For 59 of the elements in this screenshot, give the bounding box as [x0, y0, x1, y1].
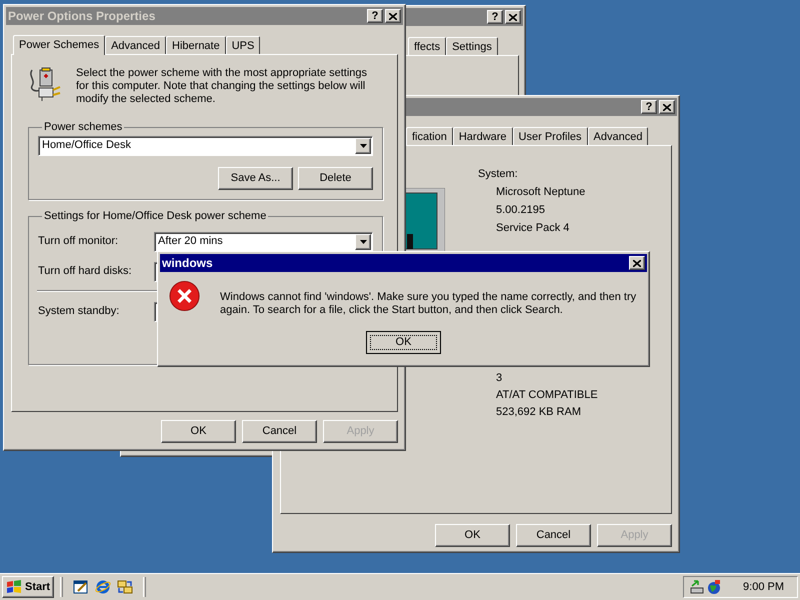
tab[interactable]: fication — [406, 127, 453, 145]
desktop-icon[interactable] — [73, 579, 90, 595]
info-value: Microsoft Neptune — [495, 185, 586, 200]
caret-icon — [360, 240, 366, 244]
windows-flag-icon — [6, 580, 22, 594]
dropdown-arrow-button[interactable] — [355, 234, 371, 250]
info-value: 3 — [495, 371, 504, 386]
help-button[interactable]: ? — [487, 10, 503, 24]
info-value: 523,692 KB RAM — [495, 405, 582, 420]
push-button[interactable]: OK — [161, 420, 236, 443]
group-label: Settings for Home/Office Desk power scheme — [43, 209, 268, 224]
description-text: Select the power scheme with the most appropriate settings for this computer. Note that changing the settings below will modify the selected scheme. — [76, 67, 368, 106]
tab[interactable]: Hibernate — [166, 36, 226, 54]
setting-label: System standby: — [38, 304, 120, 320]
error-icon — [169, 280, 200, 312]
info-label: System: — [478, 167, 519, 182]
dropdown-field[interactable]: Home/Office Desk — [38, 136, 373, 156]
window-title: Power Options Properties — [8, 8, 156, 25]
dropdown-arrow-button[interactable] — [355, 138, 371, 154]
tab[interactable]: User Profiles — [512, 127, 588, 145]
info-value: Service Pack 4 — [495, 221, 570, 236]
help-button[interactable]: ? — [641, 100, 657, 114]
push-button[interactable]: Save As... — [218, 166, 293, 190]
folder-sync-icon[interactable] — [117, 579, 134, 595]
browser-icon[interactable] — [95, 579, 112, 595]
group-label: Power schemes — [43, 120, 124, 135]
help-button[interactable]: ? — [367, 9, 383, 23]
close-icon — [663, 104, 671, 110]
push-button[interactable]: Cancel — [516, 524, 591, 547]
caret-icon — [360, 144, 366, 148]
tab[interactable]: Hardware — [452, 127, 513, 145]
close-icon — [633, 260, 641, 266]
close-button[interactable] — [385, 9, 401, 23]
push-button[interactable]: OK — [366, 331, 441, 354]
close-button[interactable] — [505, 10, 521, 24]
tab[interactable]: Power Schemes — [13, 35, 106, 55]
push-button[interactable]: Cancel — [242, 420, 317, 443]
arrows-icon[interactable] — [689, 579, 705, 595]
info-value: 5.00.2195 — [495, 203, 546, 218]
window-title: windows — [162, 255, 213, 272]
setting-label: Turn off monitor: — [38, 234, 120, 250]
push-button[interactable]: Delete — [298, 166, 373, 190]
setting-label: Turn off hard disks: — [38, 264, 133, 280]
close-button[interactable] — [629, 256, 645, 270]
info-value: AT/AT COMPATIBLE — [495, 388, 598, 403]
error-message: Windows cannot find 'windows'. Make sure you typed the name correctly, and then try again. To search for a file, click the Start button, and then click Search. — [220, 291, 638, 317]
push-button[interactable]: OK — [435, 524, 510, 547]
close-button[interactable] — [659, 100, 675, 114]
tab[interactable]: Advanced — [588, 127, 648, 145]
start-button[interactable]: Start — [2, 576, 54, 598]
globe-icon[interactable] — [706, 579, 722, 595]
tab[interactable]: Advanced — [105, 36, 166, 54]
tab[interactable]: Settings — [446, 37, 498, 55]
close-icon — [509, 14, 517, 20]
close-icon — [389, 12, 397, 20]
tab[interactable]: UPS — [226, 36, 260, 54]
tab[interactable]: ffects — [408, 37, 446, 55]
clock: 9:00 PM — [743, 580, 784, 595]
dropdown-field[interactable]: After 20 mins — [154, 232, 373, 252]
